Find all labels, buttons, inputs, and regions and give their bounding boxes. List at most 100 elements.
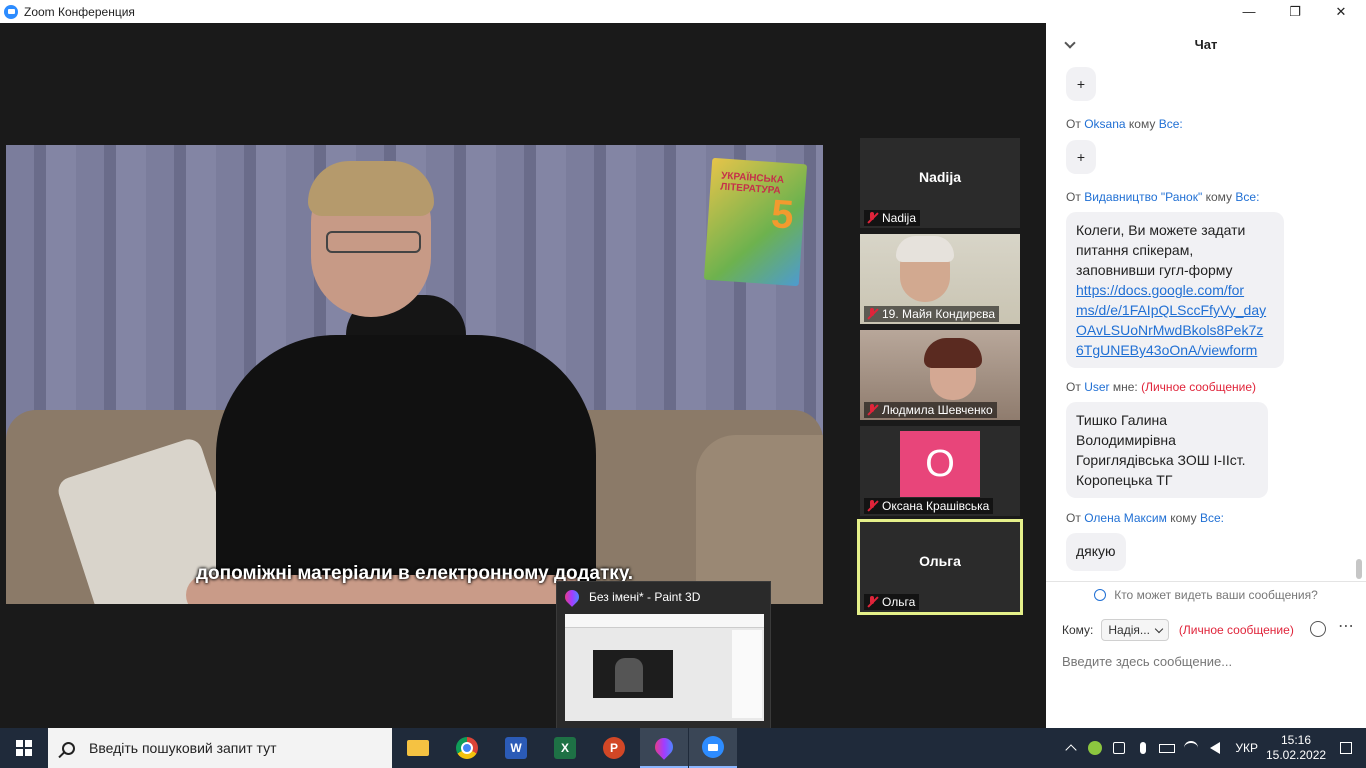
chat-messages[interactable]: + От Oksana кому Все: + От Видавництво "… [1046, 67, 1356, 579]
chat-header: Чат [1046, 23, 1366, 67]
participant-name: Оксана Крашівська [882, 499, 990, 513]
speaker-video[interactable]: УКРАЇНСЬКА ЛІТЕРАТУРА 5 допоміжні матері… [6, 145, 823, 604]
preview-header: Без імені* - Paint 3D [562, 587, 700, 607]
message-line: питання спікерам, [1076, 242, 1194, 258]
to-word: кому [1170, 511, 1197, 525]
participant-name: Ольга [882, 595, 916, 609]
emoji-icon[interactable] [1310, 621, 1326, 637]
close-button[interactable]: ✕ [1318, 0, 1364, 23]
tray-app-icon[interactable] [1083, 728, 1107, 768]
recipient-dropdown[interactable]: Надія... [1101, 619, 1169, 641]
message-bubble: + [1066, 140, 1096, 174]
wifi-icon [1184, 741, 1199, 755]
tray-volume[interactable] [1203, 728, 1227, 768]
search-placeholder: Введіть пошуковий запит тут [89, 740, 277, 756]
participant-hair [924, 338, 982, 368]
taskbar-clock[interactable]: 15:16 15.02.2022 [1266, 733, 1326, 763]
chat-panel: Чат + От Oksana кому Все: + От Видавницт… [1046, 23, 1366, 729]
sender-name[interactable]: User [1084, 380, 1109, 394]
tray-battery[interactable] [1155, 728, 1179, 768]
participant-name: Nadija [882, 211, 917, 225]
camera-icon [1113, 742, 1126, 754]
message-bubble: + [1066, 67, 1096, 101]
participant-name: Людмила Шевченко [882, 403, 993, 417]
chat-title: Чат [1194, 37, 1218, 52]
book-cover: УКРАЇНСЬКА ЛІТЕРАТУРА 5 [703, 157, 808, 287]
scroll-thumb[interactable] [1356, 559, 1362, 579]
speaker-hair [308, 161, 434, 216]
taskbar-powerpoint[interactable]: P [590, 728, 638, 768]
thumbnail-sidepanel [732, 630, 762, 718]
recipient-name: Все: [1158, 117, 1183, 131]
microphone-icon [1140, 742, 1147, 754]
taskbar-paint3d[interactable] [640, 728, 688, 768]
preview-thumbnail[interactable] [565, 614, 764, 721]
taskbar-zoom[interactable] [689, 728, 737, 768]
start-button[interactable] [0, 728, 48, 768]
thumbnail-toolbar [565, 614, 764, 628]
window-title: Zoom Конференция [24, 4, 135, 19]
participant-label: Оксана Крашівська [864, 498, 994, 514]
participant-tile[interactable]: Nadija Nadija [860, 138, 1020, 228]
windows-taskbar: Введіть пошуковий запит тут W X P УКР 15… [0, 728, 1366, 768]
message-bubble: Колеги, Ви можете задати питання спікера… [1066, 212, 1284, 368]
mic-muted-icon [866, 500, 878, 512]
to-word: мне: [1112, 380, 1138, 394]
from-prefix: От [1066, 190, 1081, 204]
sender-name[interactable]: Видавництво "Ранок" [1084, 190, 1202, 204]
participant-label: Ольга [864, 594, 920, 610]
private-indicator: (Личное сообщение) [1178, 623, 1294, 637]
taskbar-file-explorer[interactable] [394, 728, 442, 768]
tray-microphone[interactable] [1131, 728, 1155, 768]
sender-name[interactable]: Oksana [1084, 117, 1125, 131]
message-line: Колеги, Ви можете задати [1076, 222, 1246, 238]
more-options-icon[interactable]: ⋯ [1338, 619, 1354, 635]
message-line: Тишко Галина [1076, 412, 1168, 428]
tray-camera[interactable] [1107, 728, 1131, 768]
language-indicator[interactable]: УКР [1235, 741, 1258, 755]
battery-icon [1159, 743, 1176, 753]
chat-scrollbar[interactable] [1356, 67, 1362, 579]
book-number: 5 [769, 192, 796, 238]
message-sender: От Видавництво "Ранок" кому Все: [1066, 190, 1259, 204]
taskbar-word[interactable]: W [492, 728, 540, 768]
notification-center[interactable] [1326, 728, 1366, 768]
message-link[interactable]: 6TgUNEBy43oOnA/viewform [1076, 340, 1274, 360]
who-can-see-link[interactable]: Кто может видеть ваши сообщения? [1046, 581, 1366, 607]
participant-tile-active[interactable]: Ольга Ольга [857, 519, 1023, 615]
message-link[interactable]: https://docs.google.com/for [1076, 280, 1274, 300]
taskbar-excel[interactable]: X [541, 728, 589, 768]
excel-icon: X [554, 737, 576, 759]
from-prefix: От [1066, 380, 1081, 394]
thumbnail-canvas [593, 650, 673, 698]
mic-muted-icon [866, 404, 878, 416]
recipient-value: Надія... [1108, 623, 1150, 637]
word-icon: W [505, 737, 527, 759]
search-icon [62, 741, 75, 755]
maximize-button[interactable]: ❐ [1272, 0, 1318, 23]
speaker-glasses [326, 231, 421, 253]
taskbar-search[interactable]: Введіть пошуковий запит тут [48, 728, 392, 768]
title-bar: Zoom Конференция — ❐ ✕ [0, 0, 1366, 23]
chat-message-input[interactable] [1062, 649, 1352, 673]
message-link[interactable]: OAvLSUoNrMwdBkols8Pek7z [1076, 320, 1274, 340]
participant-tile[interactable]: 19. Майя Кондирєва [860, 234, 1020, 324]
tray-wifi[interactable] [1179, 728, 1203, 768]
minimize-button[interactable]: — [1226, 0, 1272, 23]
participant-name: 19. Майя Кондирєва [882, 307, 996, 321]
show-hidden-icons[interactable] [1059, 728, 1083, 768]
taskbar-chrome[interactable] [443, 728, 491, 768]
folder-icon [407, 740, 429, 756]
taskbar-window-preview[interactable]: Без імені* - Paint 3D [556, 581, 771, 729]
mic-muted-icon [866, 308, 878, 320]
participant-label: Людмила Шевченко [864, 402, 997, 418]
windows-logo-icon [16, 740, 32, 756]
sender-name[interactable]: Олена Максим [1084, 511, 1167, 525]
recipient-name: Все: [1199, 511, 1224, 525]
green-app-icon [1088, 741, 1103, 755]
chevron-up-icon [1065, 744, 1078, 756]
participant-label: 19. Майя Кондирєва [864, 306, 1000, 322]
message-link[interactable]: ms/d/e/1FAIpQLSccFfyVy_day [1076, 300, 1274, 320]
participant-tile[interactable]: О Оксана Крашівська [860, 426, 1020, 516]
participant-tile[interactable]: Людмила Шевченко [860, 330, 1020, 420]
